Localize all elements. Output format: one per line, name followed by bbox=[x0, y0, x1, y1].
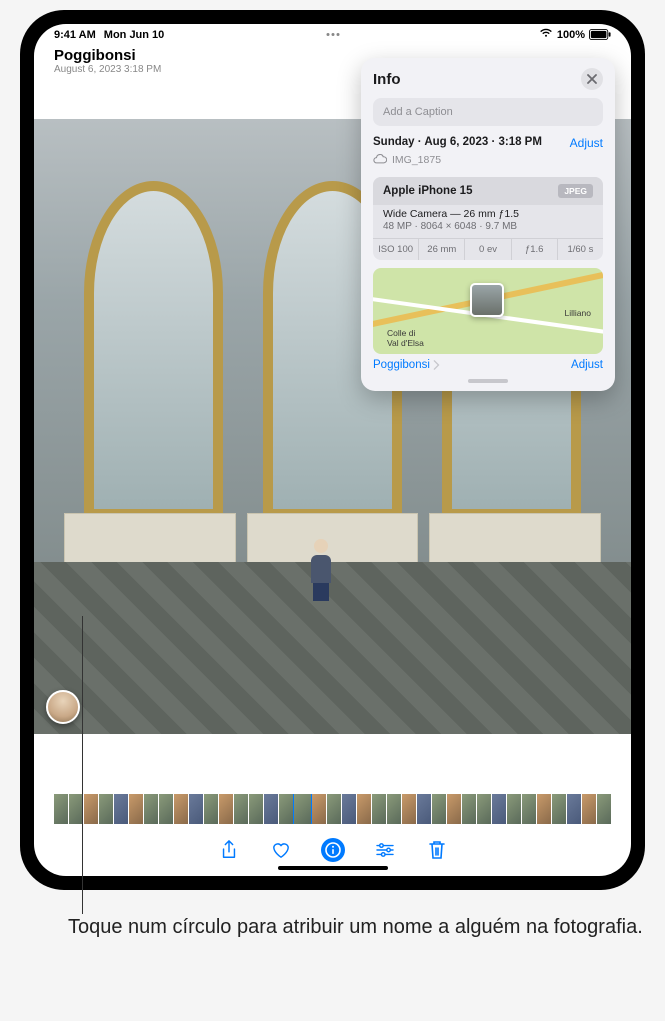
map-label: Colle di Val d'Elsa bbox=[387, 328, 424, 348]
thumb[interactable] bbox=[114, 794, 128, 824]
thumb[interactable] bbox=[552, 794, 566, 824]
thumb[interactable] bbox=[129, 794, 143, 824]
detected-person bbox=[307, 539, 335, 599]
thumb[interactable] bbox=[312, 794, 326, 824]
exif-focal: 26 mm bbox=[419, 239, 465, 260]
thumb[interactable] bbox=[462, 794, 476, 824]
thumb[interactable] bbox=[492, 794, 506, 824]
thumbnail-strip[interactable] bbox=[54, 794, 611, 824]
icloud-icon bbox=[373, 153, 387, 167]
thumb[interactable] bbox=[417, 794, 431, 824]
thumb[interactable] bbox=[477, 794, 491, 824]
map-label: Lilliano bbox=[565, 308, 591, 318]
thumb[interactable] bbox=[219, 794, 233, 824]
status-bar: 9:41 AM Mon Jun 10 100% bbox=[34, 24, 631, 41]
thumb[interactable] bbox=[507, 794, 521, 824]
thumb[interactable] bbox=[522, 794, 536, 824]
exif-iso: ISO 100 bbox=[373, 239, 419, 260]
capture-date: Sunday · Aug 6, 2023 · 3:18 PM bbox=[373, 136, 542, 148]
thumb[interactable] bbox=[567, 794, 581, 824]
status-time: 9:41 AM bbox=[54, 29, 96, 41]
map-photo-pin[interactable] bbox=[470, 283, 504, 317]
thumb[interactable] bbox=[387, 794, 401, 824]
thumb[interactable] bbox=[204, 794, 218, 824]
callout-line bbox=[82, 616, 83, 914]
home-indicator[interactable] bbox=[278, 866, 388, 870]
info-panel: Info Add a Caption Sunday · Aug 6, 2023 … bbox=[361, 58, 615, 391]
thumb[interactable] bbox=[69, 794, 83, 824]
annotation-caption: Toque num círculo para atribuir um nome … bbox=[20, 914, 645, 941]
adjust-location-button[interactable]: Adjust bbox=[571, 359, 603, 371]
lens-info: Wide Camera — 26 mm ƒ1.5 bbox=[373, 205, 603, 220]
thumb[interactable] bbox=[144, 794, 158, 824]
thumb[interactable] bbox=[174, 794, 188, 824]
thumb[interactable] bbox=[264, 794, 278, 824]
thumb[interactable] bbox=[279, 794, 293, 824]
exif-shutter: 1/60 s bbox=[558, 239, 603, 260]
thumb[interactable] bbox=[447, 794, 461, 824]
exif-row: ISO 100 26 mm 0 ev ƒ1.6 1/60 s bbox=[373, 238, 603, 260]
thumb[interactable] bbox=[402, 794, 416, 824]
thumb[interactable] bbox=[327, 794, 341, 824]
thumb[interactable] bbox=[159, 794, 173, 824]
favorite-button[interactable] bbox=[269, 838, 293, 862]
thumb[interactable] bbox=[432, 794, 446, 824]
location-map[interactable]: Colle di Val d'Elsa Lilliano bbox=[373, 268, 603, 354]
thumb[interactable] bbox=[372, 794, 386, 824]
thumb[interactable] bbox=[357, 794, 371, 824]
photo-datetime: August 6, 2023 3:18 PM bbox=[54, 64, 161, 75]
status-date: Mon Jun 10 bbox=[104, 29, 165, 41]
thumb[interactable] bbox=[189, 794, 203, 824]
thumb[interactable] bbox=[342, 794, 356, 824]
format-badge: JPEG bbox=[558, 184, 593, 198]
exif-ev: 0 ev bbox=[465, 239, 511, 260]
delete-button[interactable] bbox=[425, 838, 449, 862]
exif-aperture: ƒ1.6 bbox=[512, 239, 558, 260]
multitask-dots[interactable] bbox=[326, 33, 339, 36]
chevron-right-icon bbox=[432, 360, 440, 370]
thumb[interactable] bbox=[234, 794, 248, 824]
info-button[interactable] bbox=[321, 838, 345, 862]
thumb[interactable] bbox=[249, 794, 263, 824]
wifi-icon bbox=[539, 28, 553, 41]
camera-info-card: Apple iPhone 15 JPEG Wide Camera — 26 mm… bbox=[373, 177, 603, 260]
thumb[interactable] bbox=[537, 794, 551, 824]
location-link[interactable]: Poggibonsi bbox=[373, 359, 440, 371]
battery-icon bbox=[589, 29, 611, 40]
filename: IMG_1875 bbox=[392, 154, 441, 166]
info-panel-title: Info bbox=[373, 71, 401, 88]
close-button[interactable] bbox=[581, 68, 603, 90]
face-tag-bubble[interactable] bbox=[46, 690, 80, 724]
camera-model: Apple iPhone 15 bbox=[383, 185, 472, 197]
panel-grabber[interactable] bbox=[468, 379, 508, 383]
adjust-button[interactable] bbox=[373, 838, 397, 862]
thumb[interactable] bbox=[84, 794, 98, 824]
caption-input[interactable]: Add a Caption bbox=[373, 98, 603, 126]
share-button[interactable] bbox=[217, 838, 241, 862]
location-title: Poggibonsi bbox=[54, 47, 161, 64]
thumb-selected[interactable] bbox=[294, 794, 312, 824]
adjust-date-button[interactable]: Adjust bbox=[570, 136, 603, 150]
thumb[interactable] bbox=[597, 794, 611, 824]
thumb[interactable] bbox=[54, 794, 68, 824]
battery-percent: 100% bbox=[557, 29, 585, 41]
thumb[interactable] bbox=[582, 794, 596, 824]
thumb[interactable] bbox=[99, 794, 113, 824]
image-specs: 48 MP · 8064 × 6048 · 9.7 MB bbox=[373, 220, 603, 238]
